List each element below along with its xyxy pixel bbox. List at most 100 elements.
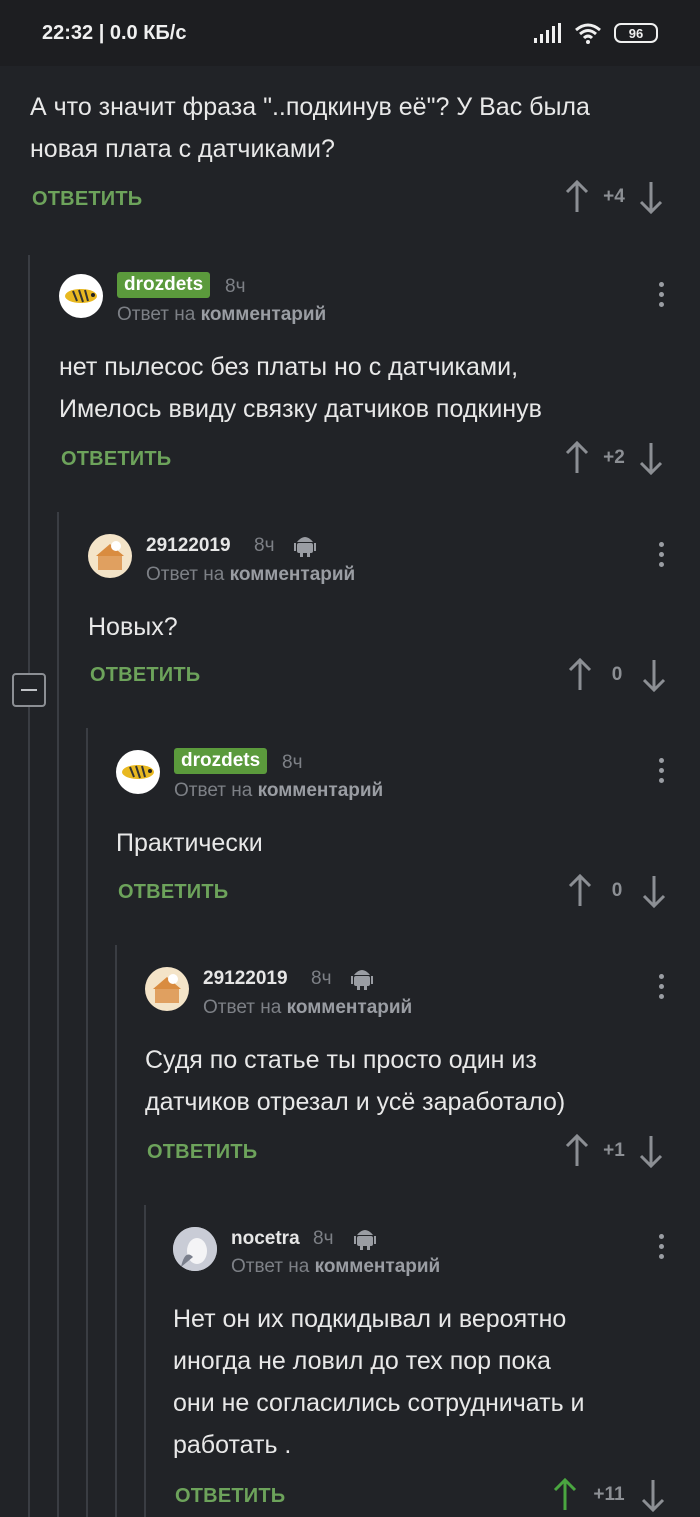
upvote-icon[interactable]: [567, 658, 593, 692]
comment-line: работать .: [173, 1431, 292, 1459]
upvote-icon[interactable]: [564, 1134, 590, 1168]
downvote-icon[interactable]: [641, 874, 667, 908]
reply-to-target[interactable]: комментарий: [230, 564, 356, 585]
downvote-icon[interactable]: [641, 658, 667, 692]
upvote-icon[interactable]: [567, 874, 593, 908]
downvote-icon[interactable]: [640, 1478, 666, 1512]
android-icon: [351, 970, 373, 990]
downvote-icon[interactable]: [638, 180, 664, 214]
comment-score: +1: [603, 1140, 625, 1161]
vote-controls: +4: [564, 180, 664, 214]
collapse-thread-button[interactable]: [12, 673, 46, 707]
comment-text: Нет он их подкидывал и вероятно иногда н…: [173, 1298, 693, 1466]
upvote-icon[interactable]: [564, 180, 590, 214]
comment-time: 8ч: [311, 968, 332, 989]
comment-score: 0: [611, 664, 623, 685]
avatar[interactable]: [59, 274, 103, 318]
author-name[interactable]: 29122019: [203, 968, 288, 990]
upvote-icon-active[interactable]: [552, 1478, 578, 1512]
comment-line: Нет он их подкидывал и вероятно: [173, 1305, 567, 1333]
author-name[interactable]: drozdets: [174, 748, 268, 774]
reply-to-target[interactable]: комментарий: [258, 780, 384, 801]
thread-line: [57, 512, 59, 1517]
comment-line: А что значит фраза "..подкинув её"? У Ва…: [30, 93, 590, 121]
comment-text: нет пылесос без платы но с датчиками, Им…: [59, 346, 689, 430]
wifi-icon: [575, 23, 601, 44]
reply-button[interactable]: ОТВЕТИТЬ: [147, 1141, 257, 1164]
reply-button[interactable]: ОТВЕТИТЬ: [90, 664, 200, 687]
reply-to-target[interactable]: комментарий: [201, 304, 327, 325]
reply-to-prefix: Ответ на: [203, 997, 282, 1018]
comment-line: Практически: [116, 829, 263, 857]
signal-icon: [534, 23, 561, 43]
downvote-icon[interactable]: [638, 441, 664, 475]
reply-to-prefix: Ответ на: [146, 564, 225, 585]
status-bar: 22:32 | 0.0 КБ/с 96: [0, 0, 700, 66]
comment-line: нет пылесос без платы но с датчиками,: [59, 353, 519, 381]
comment-time: 8ч: [254, 535, 275, 556]
author-name[interactable]: drozdets: [117, 272, 211, 298]
more-options-icon[interactable]: [659, 282, 665, 310]
upvote-icon[interactable]: [564, 441, 590, 475]
reply-to-prefix: Ответ на: [231, 1256, 310, 1277]
vote-controls: +11: [552, 1478, 666, 1512]
thread-line: [115, 945, 117, 1517]
comment-line: Имелось ввиду связку датчиков подкинув: [59, 395, 542, 423]
thread-line: [28, 255, 30, 673]
thread-line: [86, 728, 88, 1517]
reply-to-link[interactable]: Ответ на комментарий: [231, 1256, 440, 1278]
battery-icon: 96: [614, 23, 658, 43]
android-icon: [354, 1230, 376, 1250]
thread-line: [28, 707, 30, 1517]
author-name[interactable]: nocetra: [231, 1228, 300, 1250]
comment-time: 8ч: [282, 752, 303, 773]
reply-to-link[interactable]: Ответ на комментарий: [146, 564, 355, 586]
comment-text: А что значит фраза "..подкинув её"? У Ва…: [30, 86, 690, 170]
author-name[interactable]: 29122019: [146, 535, 231, 557]
comment-line: Судя по статье ты просто один из: [145, 1046, 537, 1074]
comment-time: 8ч: [313, 1228, 334, 1249]
avatar[interactable]: [145, 967, 189, 1011]
comment-text: Практически: [116, 822, 686, 864]
more-options-icon[interactable]: [659, 974, 665, 1002]
reply-to-prefix: Ответ на: [117, 304, 196, 325]
comment-line: Новых?: [88, 613, 178, 641]
reply-button[interactable]: ОТВЕТИТЬ: [61, 448, 171, 471]
comment-line: они не согласились сотрудничать и: [173, 1389, 585, 1417]
comment-text: Судя по статье ты просто один из датчико…: [145, 1039, 690, 1123]
avatar[interactable]: [173, 1227, 217, 1271]
status-time: 22:32 | 0.0 КБ/с: [42, 21, 187, 44]
comment-score: +4: [603, 186, 625, 207]
reply-to-prefix: Ответ на: [174, 780, 253, 801]
comment-score: 0: [611, 880, 623, 901]
battery-level: 96: [628, 25, 644, 41]
avatar[interactable]: [116, 750, 160, 794]
vote-controls: +2: [564, 441, 664, 475]
comment-line: иногда не ловил до тех пор пока: [173, 1347, 551, 1375]
more-options-icon[interactable]: [659, 758, 665, 786]
reply-button[interactable]: ОТВЕТИТЬ: [32, 188, 142, 211]
vote-controls: +1: [564, 1134, 664, 1168]
comment-line: новая плата с датчиками?: [30, 135, 335, 163]
thread-line: [144, 1205, 146, 1517]
reply-to-link[interactable]: Ответ на комментарий: [203, 997, 412, 1019]
reply-button[interactable]: ОТВЕТИТЬ: [118, 881, 228, 904]
comment-line: датчиков отрезал и усё заработало): [145, 1088, 566, 1116]
android-icon: [294, 537, 316, 557]
reply-to-link[interactable]: Ответ на комментарий: [117, 304, 326, 326]
status-icons: 96: [534, 22, 658, 44]
more-options-icon[interactable]: [659, 542, 665, 570]
downvote-icon[interactable]: [638, 1134, 664, 1168]
comment-score: +11: [593, 1484, 625, 1505]
avatar[interactable]: [88, 534, 132, 578]
comment-score: +2: [603, 447, 625, 468]
reply-button[interactable]: ОТВЕТИТЬ: [175, 1485, 285, 1508]
vote-controls: 0: [567, 874, 667, 908]
reply-to-target[interactable]: комментарий: [287, 997, 413, 1018]
vote-controls: 0: [567, 658, 667, 692]
reply-to-link[interactable]: Ответ на комментарий: [174, 780, 383, 802]
comment-text: Новых?: [88, 606, 688, 648]
reply-to-target[interactable]: комментарий: [315, 1256, 441, 1277]
comment-time: 8ч: [225, 276, 246, 297]
more-options-icon[interactable]: [659, 1234, 665, 1262]
